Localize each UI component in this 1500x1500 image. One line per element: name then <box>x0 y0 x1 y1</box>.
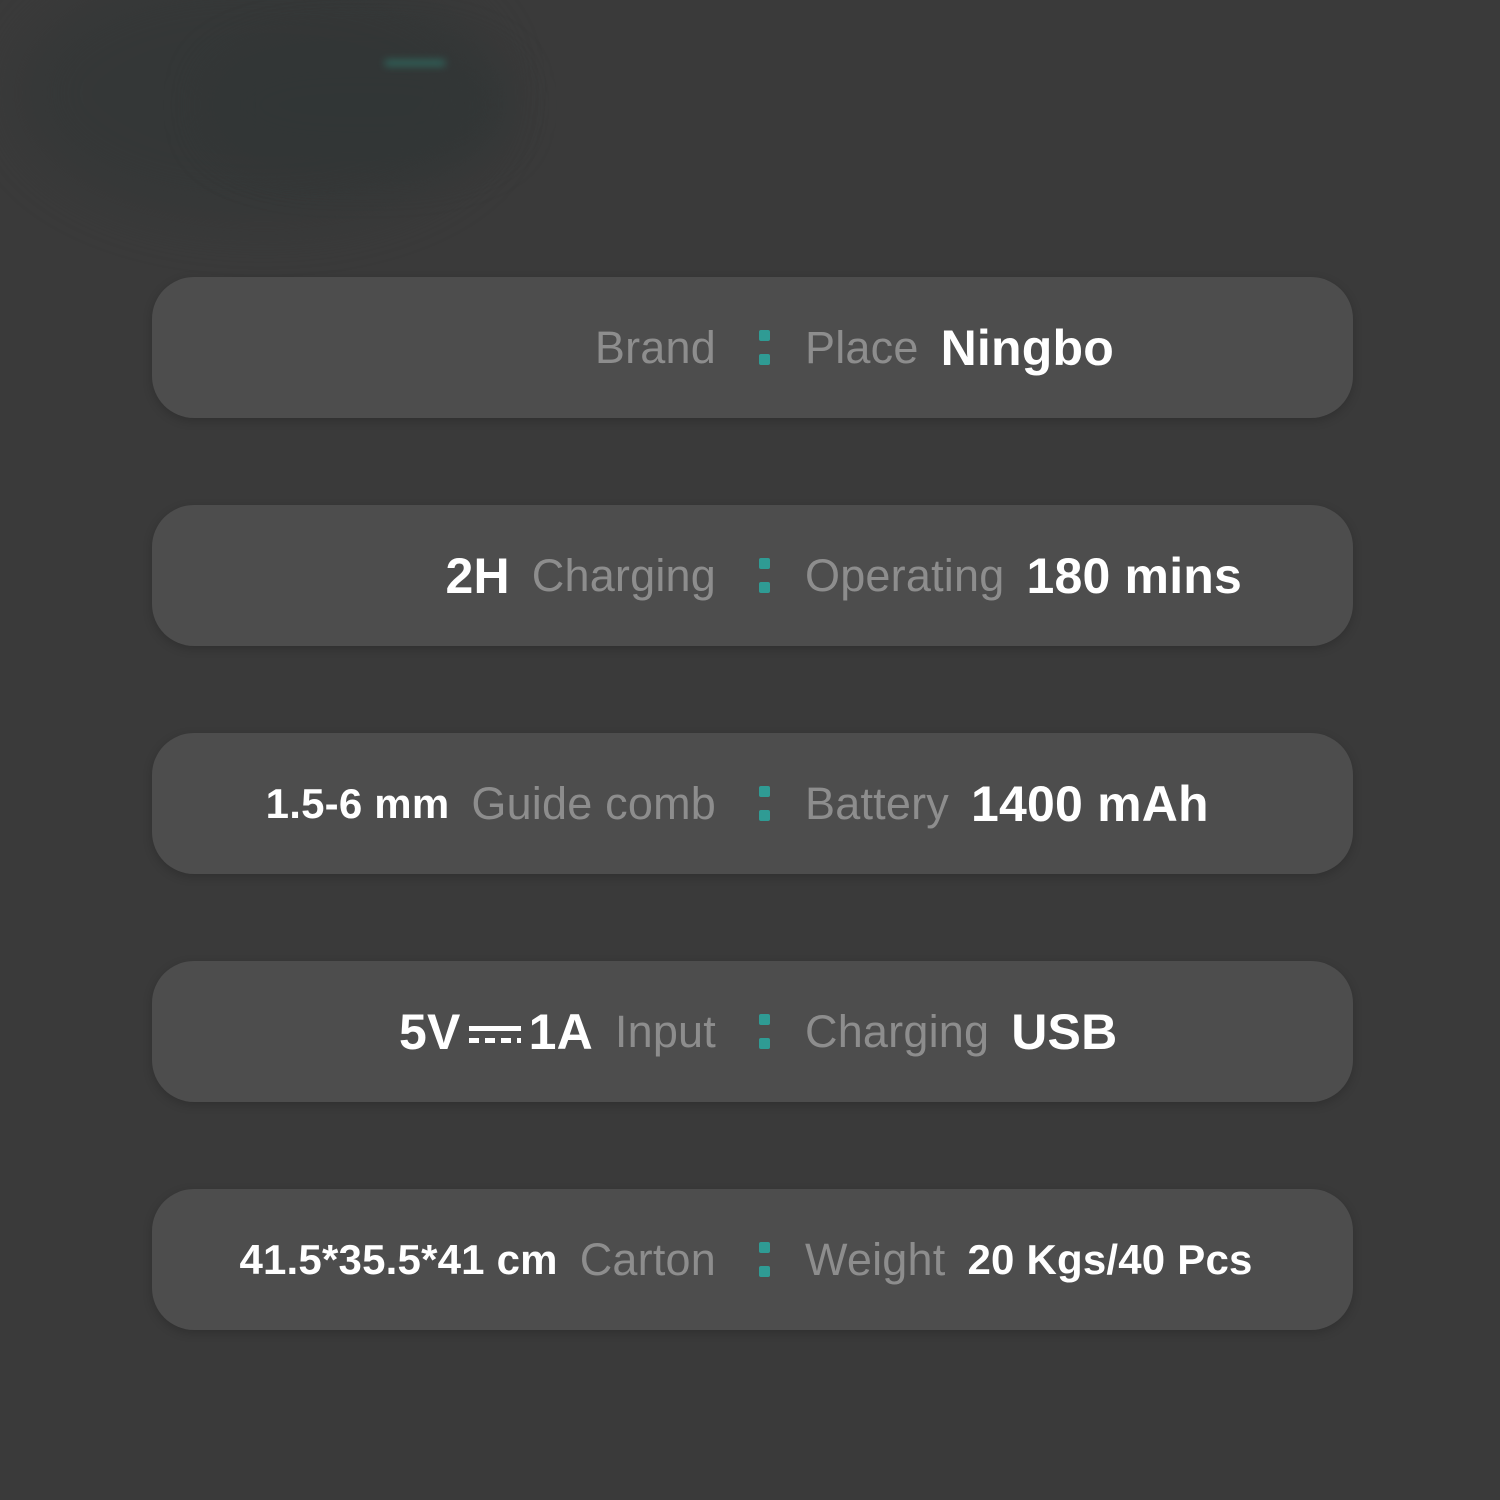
spec-cell-operating-time: Operating 180 mins <box>781 505 1353 646</box>
row-separator-colon-icon <box>747 1006 781 1058</box>
spec-cell-brand: Brand <box>152 277 740 418</box>
spec-cell-place: Place Ningbo <box>781 277 1353 418</box>
separator-dot-upper <box>758 330 770 341</box>
spec-value-operating-time: 180 mins <box>1026 547 1243 604</box>
spec-cell-input: 5V 1A Input <box>152 961 740 1102</box>
spec-value-charging-time: 2H <box>445 547 510 604</box>
spec-label-charging-port: Charging <box>805 1005 990 1057</box>
spec-row-input-charging: 5V 1A Input Charging USB <box>152 961 1353 1102</box>
spec-value-carton: 41.5*35.5*41 cm <box>239 1235 558 1283</box>
background-teal-streak <box>385 60 445 66</box>
specification-panel: Brand Place Ningbo 2H Charging Operating… <box>152 277 1353 1330</box>
spec-cell-carton: 41.5*35.5*41 cm Carton <box>152 1189 740 1330</box>
spec-label-input: Input <box>614 1005 716 1057</box>
separator-dot-upper <box>758 558 770 569</box>
spec-row-carton-weight: 41.5*35.5*41 cm Carton Weight 20 Kgs/40 … <box>152 1189 1353 1330</box>
spec-value-weight: 20 Kgs/40 Pcs <box>967 1235 1253 1283</box>
spec-value-battery: 1400 mAh <box>970 775 1209 832</box>
background-blur-blob-secondary <box>210 40 510 170</box>
dc-solid-bar <box>468 1025 521 1031</box>
spec-cell-charging-time: 2H Charging <box>152 505 740 646</box>
spec-row-guidecomb-battery: 1.5-6 mm Guide comb Battery 1400 mAh <box>152 733 1353 874</box>
row-separator-colon-icon <box>747 322 781 374</box>
separator-dot-lower <box>758 810 770 821</box>
spec-row-charging-operating: 2H Charging Operating 180 mins <box>152 505 1353 646</box>
spec-value-input: 5V 1A <box>399 1003 593 1061</box>
separator-dot-upper <box>758 786 770 797</box>
spec-label-weight: Weight <box>805 1233 946 1285</box>
spec-label-charging: Charging <box>531 549 716 601</box>
spec-label-carton: Carton <box>579 1233 716 1285</box>
spec-cell-guide-comb: 1.5-6 mm Guide comb <box>152 733 740 874</box>
spec-value-place: Ningbo <box>940 319 1114 376</box>
separator-dot-upper <box>758 1014 770 1025</box>
spec-cell-charging-port: Charging USB <box>781 961 1353 1102</box>
spec-label-battery: Battery <box>805 777 949 829</box>
dc-dashed-bar <box>468 1037 521 1043</box>
separator-dot-lower <box>758 354 770 365</box>
spec-value-input-current: 1A <box>528 1003 593 1060</box>
dc-power-symbol-icon <box>468 1019 521 1045</box>
spec-cell-weight: Weight 20 Kgs/40 Pcs <box>781 1189 1353 1330</box>
spec-label-guide-comb: Guide comb <box>471 777 716 829</box>
spec-value-guide-comb: 1.5-6 mm <box>265 779 450 827</box>
row-separator-colon-icon <box>747 778 781 830</box>
spec-value-input-voltage: 5V <box>399 1003 461 1060</box>
spec-label-operating: Operating <box>805 549 1005 601</box>
separator-dot-lower <box>758 1038 770 1049</box>
spec-label-place: Place <box>805 321 919 373</box>
separator-dot-lower <box>758 582 770 593</box>
spec-cell-battery: Battery 1400 mAh <box>781 733 1353 874</box>
spec-label-brand: Brand <box>594 321 716 373</box>
spec-value-charging-port: USB <box>1011 1003 1118 1060</box>
spec-row-brand-place: Brand Place Ningbo <box>152 277 1353 418</box>
separator-dot-upper <box>758 1242 770 1253</box>
separator-dot-lower <box>758 1266 770 1277</box>
row-separator-colon-icon <box>747 550 781 602</box>
row-separator-colon-icon <box>747 1234 781 1286</box>
